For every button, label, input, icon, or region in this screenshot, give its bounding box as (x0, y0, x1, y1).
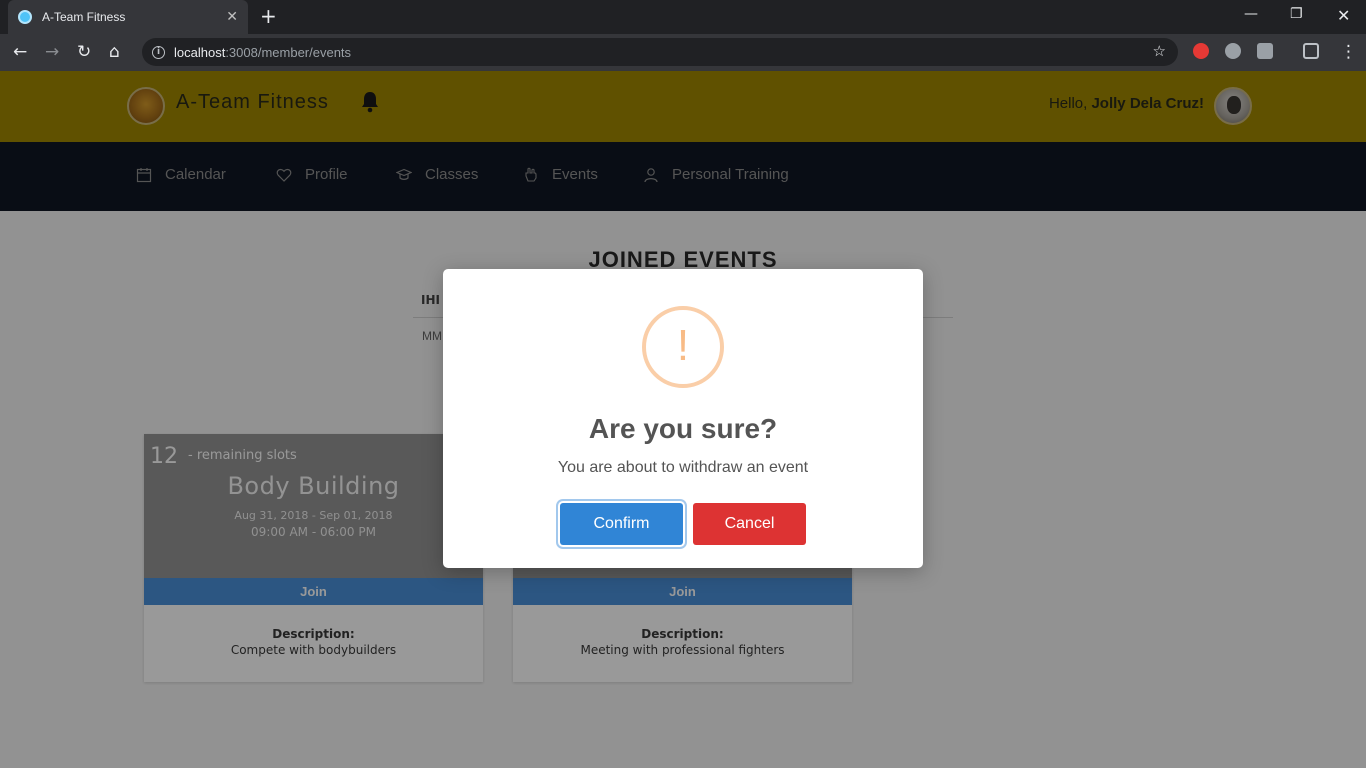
tab-title: A-Team Fitness (42, 10, 126, 24)
extension-camera-icon[interactable] (1257, 43, 1273, 59)
browser-tab[interactable]: A-Team Fitness ✕ (8, 0, 248, 34)
extension-eye-icon[interactable] (1225, 43, 1241, 59)
browser-tab-bar: A-Team Fitness ✕ + — ❐ ✕ (0, 0, 1366, 34)
confirm-dialog: ! Are you sure? You are about to withdra… (443, 269, 923, 568)
confirm-button[interactable]: Confirm (560, 503, 683, 545)
close-window-icon[interactable]: ✕ (1337, 6, 1350, 25)
info-icon[interactable]: i (152, 45, 165, 59)
browser-menu-icon[interactable]: ⋮ (1340, 42, 1357, 62)
forward-icon[interactable]: → (45, 42, 59, 62)
minimize-icon[interactable]: — (1244, 6, 1258, 22)
tab-close-icon[interactable]: ✕ (226, 9, 238, 25)
favicon-icon (18, 10, 32, 24)
address-bar[interactable]: i localhost:3008/member/events ☆ (142, 38, 1178, 66)
extension-incognito-icon[interactable] (1303, 43, 1319, 59)
reload-icon[interactable]: ↻ (77, 42, 91, 62)
url-host: localhost (174, 44, 226, 60)
new-tab-icon[interactable]: + (260, 6, 277, 26)
cancel-button[interactable]: Cancel (693, 503, 806, 545)
url-path: :3008/member/events (225, 44, 352, 60)
extension-stop-icon[interactable] (1193, 43, 1209, 59)
dialog-title: Are you sure? (588, 413, 778, 444)
back-icon[interactable]: ← (13, 42, 27, 62)
bookmark-star-icon[interactable]: ☆ (1153, 42, 1166, 60)
warning-icon: ! (642, 306, 724, 388)
home-icon[interactable]: ⌂ (109, 42, 120, 62)
restore-icon[interactable]: ❐ (1290, 6, 1303, 22)
browser-toolbar: ← → ↻ ⌂ i localhost:3008/member/events ☆… (0, 34, 1366, 71)
dialog-message: You are about to withdraw an event (557, 459, 809, 476)
